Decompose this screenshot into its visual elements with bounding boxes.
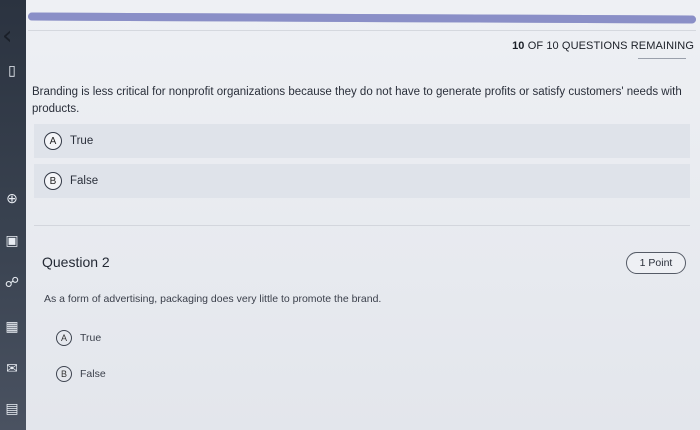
partial-icon[interactable]: ▯ <box>2 60 22 80</box>
window-icon[interactable]: ▣ <box>2 230 22 250</box>
option-label: True <box>70 135 94 147</box>
question1-option-a[interactable]: A True <box>34 124 690 158</box>
remaining-text: OF 10 QUESTIONS REMAINING <box>527 40 694 52</box>
people-icon[interactable]: ☍ <box>2 272 22 292</box>
document-icon[interactable]: ▤ <box>2 398 22 418</box>
questions-remaining: 10 OF 10 QUESTIONS REMAINING <box>512 40 694 52</box>
points-badge: 1 Point <box>626 252 686 274</box>
option-label: False <box>80 368 106 380</box>
option-letter: B <box>44 172 62 190</box>
remaining-underline <box>638 58 686 59</box>
divider <box>28 30 696 31</box>
globe-icon[interactable]: ⊕ <box>2 188 22 208</box>
option-label: False <box>70 175 99 187</box>
section-divider <box>34 225 690 226</box>
question2-title: Question 2 <box>42 254 110 270</box>
quiz-screen: 10 OF 10 QUESTIONS REMAINING Branding is… <box>26 0 700 430</box>
option-label: True <box>80 332 102 344</box>
option-letter: B <box>56 366 72 382</box>
mail-icon[interactable]: ✉ <box>2 358 22 378</box>
progress-bar <box>27 12 697 24</box>
calendar-icon[interactable]: ▦ <box>2 316 22 336</box>
question2-option-a[interactable]: A True <box>46 326 666 350</box>
back-chevron-icon[interactable]: ‹ <box>2 23 16 49</box>
progress-fill <box>27 12 697 24</box>
question2-text: As a form of advertising, packaging does… <box>44 293 382 305</box>
question2-option-b[interactable]: B False <box>46 362 666 386</box>
question1-text: Branding is less critical for nonprofit … <box>32 86 682 115</box>
app-rail: ▯ ⊕ ▣ ☍ ▦ ✉ ▤ <box>0 0 26 430</box>
question1-option-b[interactable]: B False <box>34 164 690 198</box>
option-letter: A <box>56 330 72 346</box>
remaining-count: 10 <box>512 40 525 52</box>
option-letter: A <box>44 132 62 150</box>
